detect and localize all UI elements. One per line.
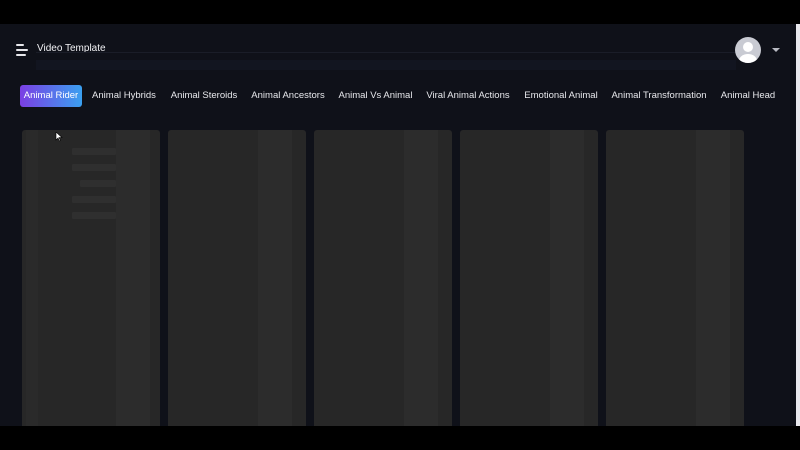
placeholder-line <box>72 148 116 155</box>
tab-animal-vs-animal[interactable]: Animal Vs Animal <box>337 85 414 107</box>
letterbox-bottom <box>0 426 800 450</box>
top-header: Video Template <box>0 24 800 76</box>
tab-animal-head[interactable]: Animal Head <box>718 85 778 107</box>
placeholder-line <box>72 212 116 219</box>
tab-emotional-animal[interactable]: Emotional Animal <box>522 85 600 107</box>
hamburger-menu-icon[interactable] <box>16 44 28 56</box>
window-edge <box>796 24 800 426</box>
template-card[interactable] <box>168 130 306 426</box>
template-card[interactable] <box>314 130 452 426</box>
placeholder-line <box>80 180 116 187</box>
user-avatar-icon[interactable] <box>735 37 761 63</box>
category-tabs: Animal Rider Animal Hybrids Animal Stero… <box>0 76 800 116</box>
header-placeholder-bar <box>36 60 736 70</box>
header-divider <box>36 52 736 53</box>
placeholder-line <box>72 196 116 203</box>
app-window: Video Template Animal Rider Animal Hybri… <box>0 24 800 426</box>
tab-animal-steroids[interactable]: Animal Steroids <box>169 85 239 107</box>
tab-animal-ancestors[interactable]: Animal Ancestors <box>249 85 327 107</box>
template-card[interactable] <box>22 130 160 426</box>
tab-animal-rider[interactable]: Animal Rider <box>20 85 82 107</box>
placeholder-line <box>72 164 116 171</box>
tab-animal-hybrids[interactable]: Animal Hybrids <box>90 85 158 107</box>
tab-viral-animal-actions[interactable]: Viral Animal Actions <box>424 85 512 107</box>
template-card[interactable] <box>460 130 598 426</box>
template-grid <box>0 130 800 426</box>
template-card[interactable] <box>606 130 744 426</box>
tab-animal-transformation[interactable]: Animal Transformation <box>610 85 708 107</box>
caret-down-icon[interactable] <box>772 48 780 52</box>
